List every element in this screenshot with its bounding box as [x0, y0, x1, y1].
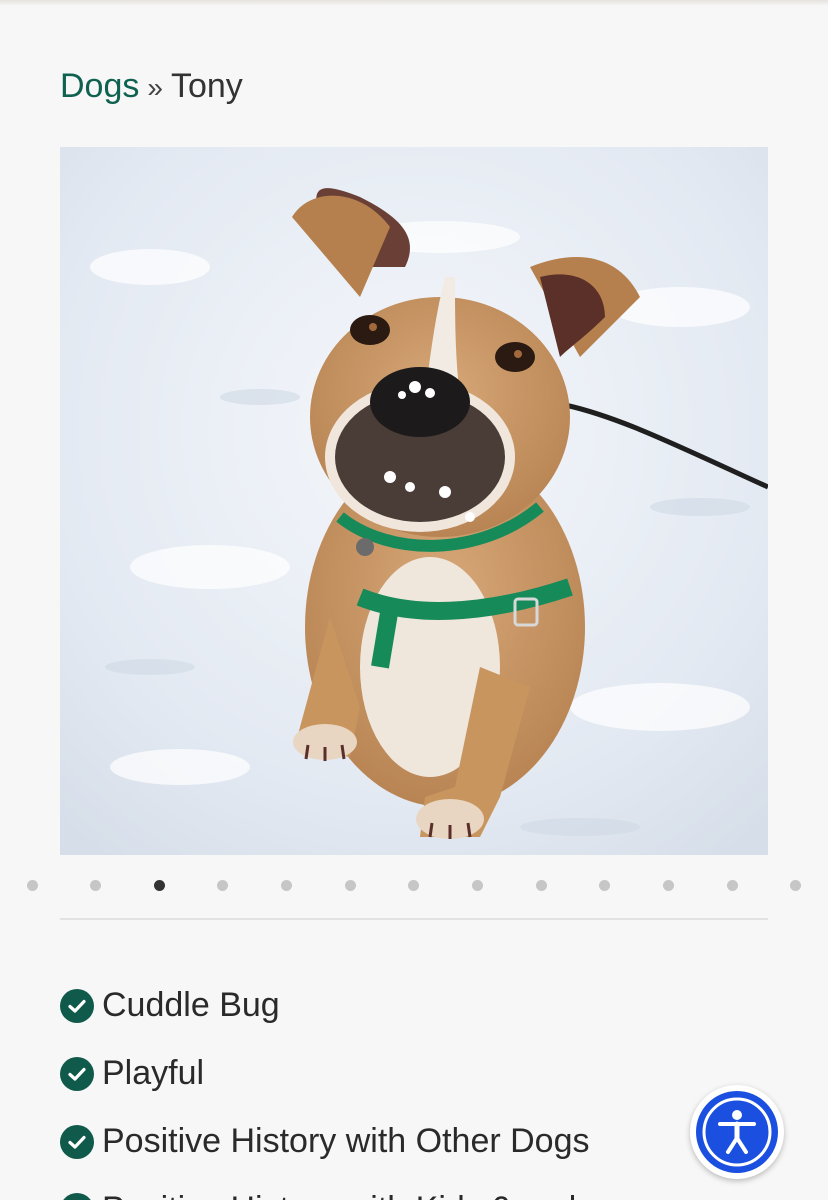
check-circle-icon: [60, 1125, 94, 1159]
gallery-dot[interactable]: [599, 880, 610, 891]
breadcrumb-current: Tony: [170, 67, 243, 105]
breadcrumb-separator: »: [147, 72, 163, 103]
accessibility-person-icon: [702, 1097, 772, 1167]
gallery-dot[interactable]: [472, 880, 483, 891]
dog-photo[interactable]: [60, 147, 768, 855]
section-divider: [60, 918, 768, 920]
gallery-dot-active[interactable]: [154, 880, 165, 891]
trait-label: Cuddle Bug: [102, 986, 280, 1024]
gallery-dot[interactable]: [536, 880, 547, 891]
breadcrumb: Dogs » Tony: [60, 66, 243, 108]
gallery-dot[interactable]: [27, 880, 38, 891]
dog-photo-illustration: [60, 147, 768, 855]
gallery-dot[interactable]: [281, 880, 292, 891]
dog-profile-page: Dogs » Tony Cuddle Bug Playful Positive H…: [0, 0, 828, 1200]
check-circle-icon: [60, 1057, 94, 1091]
trait-label: Positive History with Other Dogs: [102, 1122, 590, 1160]
gallery-dot[interactable]: [217, 880, 228, 891]
breadcrumb-dogs-link[interactable]: Dogs: [60, 67, 139, 105]
trait-label: Playful: [102, 1054, 205, 1092]
trait-item: Positive History with Kids 6 and up: [60, 1187, 820, 1200]
gallery-dot[interactable]: [408, 880, 419, 891]
check-circle-icon: [60, 1193, 94, 1200]
accessibility-button[interactable]: [690, 1085, 784, 1179]
trait-label: Positive History with Kids 6 and up: [102, 1187, 624, 1200]
gallery-dots: [0, 880, 828, 892]
gallery-dot[interactable]: [90, 880, 101, 891]
gallery-dot[interactable]: [663, 880, 674, 891]
gallery-dot[interactable]: [345, 880, 356, 891]
trait-item: Cuddle Bug: [60, 983, 820, 1051]
gallery-dot[interactable]: [790, 880, 801, 891]
check-circle-icon: [60, 989, 94, 1023]
header-shadow: [0, 0, 828, 6]
gallery-dot[interactable]: [727, 880, 738, 891]
